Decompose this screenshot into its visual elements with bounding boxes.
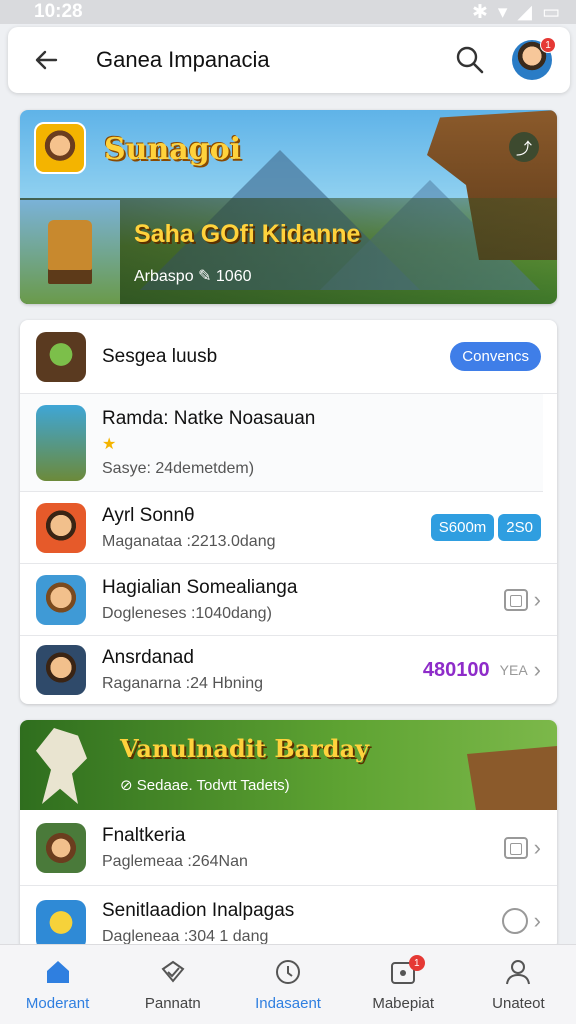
nav-notifications[interactable]: 1 Mabepiat	[346, 945, 461, 1024]
convencs-button[interactable]: Convencs	[450, 342, 541, 371]
list-item[interactable]: Hagialian Somealianga Dogleneses :1040da…	[20, 564, 557, 636]
app-bar: Ganea Impanacia 1	[8, 27, 570, 93]
signal-icon: ◢	[517, 1, 533, 23]
banner-character-image	[36, 728, 87, 804]
featured-game-row[interactable]: Ramda: Natke Noasauan ★ Sasye: 24demetde…	[20, 394, 543, 492]
featured-game-icon	[36, 404, 86, 481]
game-title: Hagialian Somealianga	[102, 576, 298, 598]
price-unit: YEA	[499, 662, 528, 678]
game-title: Fnaltkeria	[102, 824, 186, 846]
featured-game-title: Ramda: Natke Noasauan	[102, 407, 316, 429]
hero-app-icon	[34, 122, 86, 174]
nav-label: Moderant	[25, 995, 90, 1012]
pen-icon: ✎	[198, 268, 216, 285]
list-header-row: Sesgea luusb Convencs	[20, 320, 557, 394]
game-actions: ›	[501, 908, 541, 934]
hero-rating-count: 1060	[215, 268, 252, 285]
tag-icon: ⊘	[120, 777, 137, 794]
section-banner[interactable]: Vanulnadit Barday ⊘ Sedaae. Todvtt Tadet…	[20, 720, 557, 810]
library-icon	[158, 957, 188, 987]
nav-profile[interactable]: Unateot	[461, 945, 576, 1024]
status-time: 10:28	[34, 1, 83, 22]
nav-discover[interactable]: Indasaent	[230, 945, 345, 1024]
chevron-right-icon[interactable]: ›	[534, 587, 541, 613]
game-list-card: Sesgea luusb Convencs Ramda: Natke Noasa…	[20, 320, 557, 704]
featured-game-meta: Sasye: 24demetdem)	[102, 459, 255, 477]
game-title: Ansrdanad	[102, 647, 194, 668]
install-icon[interactable]	[503, 836, 528, 859]
list-header-title: Sesgea luusb	[102, 345, 218, 367]
hero-brand-title: Sunagoi	[104, 132, 242, 167]
game-pill-left[interactable]: S600m	[430, 514, 495, 541]
hero-subtitle-text: Arbaspo	[134, 268, 194, 285]
status-icons: ✱ ▾ ◢ ▭	[472, 1, 560, 24]
page-title: Ganea Impanacia	[96, 47, 270, 72]
notification-badge: 1	[408, 955, 425, 971]
game-icon	[36, 502, 86, 553]
nav-label: Mabepiat	[372, 995, 435, 1012]
status-bar: 10:28 ✱ ▾ ◢ ▭	[0, 0, 576, 24]
game-actions: ›	[503, 835, 541, 861]
game-icon	[36, 900, 86, 950]
bluetooth-icon: ✱	[471, 1, 488, 23]
chevron-right-icon[interactable]: ›	[534, 835, 541, 861]
game-subtitle: Dogleneses :1040dang)	[102, 604, 272, 622]
list-item[interactable]: Ansrdanad Raganarna :24 Hbning 480100 YE…	[20, 636, 557, 704]
battery-icon: ▭	[542, 1, 560, 23]
wifi-icon: ▾	[497, 1, 508, 23]
game-icon	[36, 822, 86, 873]
search-icon[interactable]	[452, 42, 488, 78]
game-price-group: 480100 YEA ›	[423, 657, 541, 683]
bottom-navigation: Moderant Pannatn Indasaent 1 Mabepiat Un…	[0, 944, 576, 1024]
discover-icon	[273, 957, 303, 987]
update-icon[interactable]	[501, 908, 528, 934]
avatar[interactable]: 1	[512, 37, 556, 80]
hero-character-image	[20, 200, 120, 304]
game-title: Ayrl Sonnθ	[102, 504, 195, 526]
nav-label: Indasaent	[255, 995, 321, 1012]
game-pill-right[interactable]: 2S0	[498, 514, 541, 541]
nav-label: Unateot	[492, 995, 545, 1012]
section-banner-subtitle-text: Sedaae. Todvtt Tadets)	[136, 777, 290, 794]
profile-icon	[503, 957, 533, 987]
section-banner-title: Vanulnadit Barday	[120, 734, 370, 763]
list-item[interactable]: Ayrl Sonnθ Maganataa :2213.0dang S600m 2…	[20, 492, 557, 564]
section-banner-subtitle: ⊘ Sedaae. Todvtt Tadets)	[120, 776, 290, 794]
nav-library[interactable]: Pannatn	[115, 945, 230, 1024]
star-icon: ★	[102, 435, 117, 453]
hero-banner[interactable]: Sunagoi ⤴ Saha GOfi Kidanne Arbaspo ✎ 10…	[20, 110, 557, 304]
share-icon[interactable]: ⤴	[509, 132, 539, 162]
hero-game-title: Saha GOfi Kidanne	[134, 220, 361, 248]
game-actions: ›	[503, 587, 541, 613]
game-subtitle: Raganarna :24 Hbning	[102, 675, 264, 692]
list-item[interactable]: Senitlaadion Inalpagas Dagleneaa :304 1 …	[20, 886, 557, 950]
game-pill-group: S600m 2S0	[430, 514, 541, 541]
nav-home[interactable]: Moderant	[0, 945, 115, 1024]
install-icon[interactable]	[503, 588, 528, 611]
game-subtitle: Maganataa :2213.0dang	[102, 532, 276, 550]
game-subtitle: Paglemeaa :264Nan	[102, 852, 248, 870]
game-icon	[36, 574, 86, 625]
section-card: Vanulnadit Barday ⊘ Sedaae. Todvtt Tadet…	[20, 720, 557, 950]
hero-subtitle: Arbaspo ✎ 1060	[134, 266, 252, 286]
chevron-right-icon[interactable]: ›	[534, 657, 541, 683]
home-icon	[43, 957, 73, 987]
list-item[interactable]: Fnaltkeria Paglemeaa :264Nan ›	[20, 810, 557, 886]
game-price[interactable]: 480100	[423, 659, 490, 682]
game-icon	[36, 645, 86, 695]
back-arrow-icon[interactable]	[26, 40, 66, 80]
header-app-icon	[36, 331, 86, 382]
avatar-notification-badge: 1	[540, 37, 556, 53]
chevron-right-icon[interactable]: ›	[534, 908, 541, 934]
banner-treehouse	[467, 746, 557, 810]
game-title: Senitlaadion Inalpagas	[102, 900, 295, 921]
nav-label: Pannatn	[144, 995, 201, 1012]
